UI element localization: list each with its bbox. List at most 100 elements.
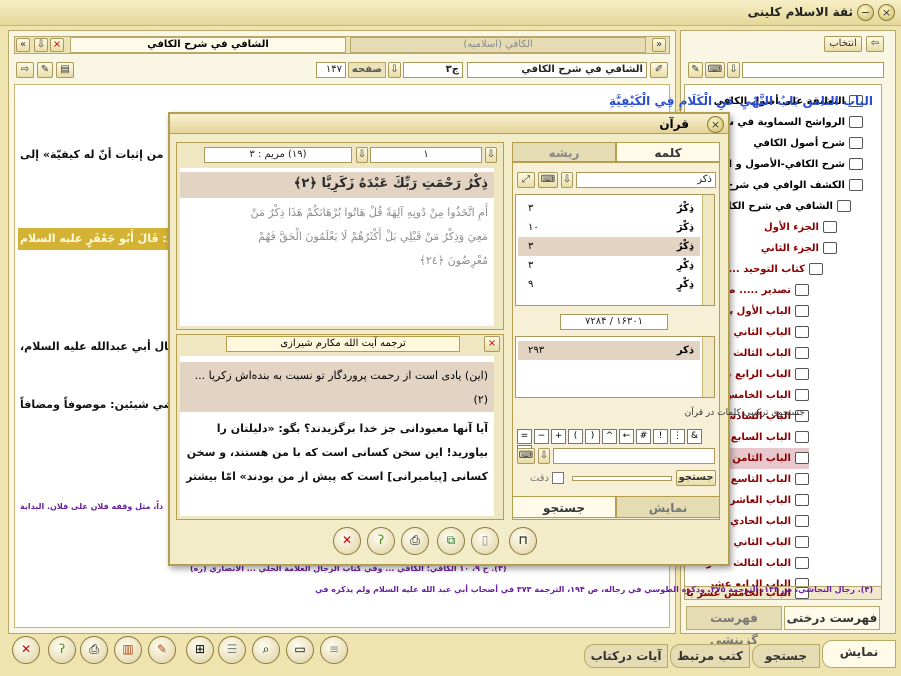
help-icon[interactable]: ʔ <box>48 636 76 664</box>
result-row[interactable]: ذِكْرِ ۳ <box>518 256 700 275</box>
word-search-input[interactable]: ذکر <box>576 172 716 188</box>
tree-item[interactable]: تصدير ..... ص <box>722 280 809 301</box>
print-icon[interactable]: ⎙ <box>80 636 108 664</box>
book-field[interactable]: الشافي في شرح الكافي <box>467 62 647 78</box>
search-icon[interactable]: ⌕ <box>252 636 280 664</box>
select-button[interactable]: انتخاب <box>824 36 862 52</box>
keyboard-icon[interactable]: ⌨ <box>517 448 535 464</box>
page-number-field[interactable]: ۱۴۷ <box>316 62 346 78</box>
symbol-button[interactable]: & <box>687 429 702 444</box>
doc-line: بدّ من إثبات أنّ له كيفيّة» إلى <box>20 148 178 161</box>
doc-line: نضي شيئين: موصوفاً ومضافاً <box>20 398 179 411</box>
book-search-icon[interactable]: ▭ <box>286 636 314 664</box>
close-icon[interactable]: ✕ <box>333 527 361 555</box>
scrollbar[interactable] <box>702 195 714 305</box>
symbol-button[interactable]: ^ <box>602 429 617 444</box>
tree-search-input[interactable] <box>742 62 884 78</box>
double-chevron-right-icon[interactable]: » <box>652 38 666 52</box>
verse-highlighted: ذِكْرُ رَحْمَتِ رَبِّكَ عَبْدَهُ زَكَرِي… <box>293 176 488 191</box>
fit-icon[interactable]: ⊓ <box>509 527 537 555</box>
notes-icon[interactable]: ▥ <box>114 636 142 664</box>
symbol-row: =−+()^←#!⋮&@ <box>517 428 717 460</box>
arrow-down-icon[interactable]: ⇩ <box>34 38 48 52</box>
symbol-button[interactable]: ← <box>619 429 634 444</box>
doc-heading: الباب الثامن بَابُ النَّهْيِ عَنِ الْكَل… <box>608 94 873 108</box>
tab-search[interactable]: جستجو <box>752 644 820 668</box>
tab-show[interactable]: نمایش <box>822 640 896 668</box>
arrow-down-icon[interactable]: ⇩ <box>485 147 497 163</box>
arrow-down-icon[interactable]: ⇩ <box>538 448 550 464</box>
arrow-down-icon[interactable]: ⇩ <box>388 62 401 78</box>
bookmark-icon[interactable]: ⊞ <box>186 636 214 664</box>
quran-close-icon[interactable]: × <box>707 116 724 133</box>
double-chevron-left-icon[interactable]: « <box>16 38 30 52</box>
verse-line: مُعْرِضُونَ ﴿٢٤﴾ <box>419 254 488 267</box>
tag-icon[interactable]: ✐ <box>650 62 668 78</box>
exact-checkbox[interactable]: دقت <box>520 472 564 486</box>
symbol-button[interactable]: = <box>517 429 532 444</box>
word-results-list[interactable]: ذِكْرٌ ۳ ذِكْرَ ۱۰ ذِكْرُ ۳ ذِكْرِ ۳ ذِكْرٍ ۹ <box>515 194 715 306</box>
symbol-button[interactable]: − <box>534 429 549 444</box>
root-results-list[interactable]: ذکر ۲۹۳ <box>515 336 715 398</box>
book-icon[interactable]: ▤ <box>56 62 74 78</box>
verse-ref-field[interactable]: (۱۹) مریم : ۳ <box>204 147 352 163</box>
combo-search-label: جستجوی ترکیبی کلمات در قرآن <box>684 408 805 418</box>
symbol-button[interactable]: # <box>636 429 651 444</box>
tree-item[interactable]: شرح أصول الكافي <box>753 133 863 154</box>
page-field[interactable]: ۱ <box>370 147 482 163</box>
doc-line: ال: قَالَ أَبُو جَعْفَرٍ عليه السلام <box>20 232 181 245</box>
progress-bar <box>572 476 672 481</box>
page-label: صفحه <box>348 62 386 78</box>
symbol-button[interactable]: ! <box>653 429 668 444</box>
tab-quran-search[interactable]: جستجو <box>512 496 616 518</box>
tab-root[interactable]: ریشه <box>512 142 616 162</box>
tree-item[interactable]: الشافي في شرح الكافي <box>711 196 851 217</box>
page-icon[interactable]: ▯ <box>471 527 499 555</box>
root-row[interactable]: ذکر ۲۹۳ <box>518 341 700 360</box>
symbol-button[interactable]: + <box>551 429 566 444</box>
arrow-down-icon[interactable]: ⇩ <box>727 62 740 78</box>
help-icon[interactable]: ʔ <box>367 527 395 555</box>
combo-search-input[interactable] <box>553 448 715 464</box>
result-row[interactable]: ذِكْرٍ ۹ <box>518 275 700 294</box>
symbol-button[interactable]: ( <box>568 429 583 444</box>
result-row[interactable]: ذِكْرَ ۱۰ <box>518 218 700 237</box>
volume-field[interactable]: ج۳ <box>403 62 463 78</box>
tab-related-books[interactable]: کتب مرتبط <box>670 644 750 668</box>
tab-shafi[interactable]: الشافي في شرح الكافي <box>70 37 346 53</box>
print-icon[interactable]: ⎙ <box>401 527 429 555</box>
back-arrow-icon[interactable]: ⇦ <box>866 36 884 52</box>
symbol-button[interactable]: ⋮ <box>670 429 685 444</box>
result-row[interactable]: ذِكْرٌ ۳ <box>518 199 700 218</box>
tree-item[interactable]: الجزء الثاني <box>761 238 837 259</box>
minimize-icon[interactable]: − <box>857 4 874 21</box>
result-row-selected[interactable]: ذِكْرُ ۳ <box>518 237 700 256</box>
arrow-down-icon[interactable]: ⇩ <box>561 172 573 188</box>
tab-tree-index[interactable]: فهرست درختی <box>784 606 880 630</box>
tools-icon[interactable]: ✎ <box>688 62 703 78</box>
close-translation-icon[interactable]: × <box>484 336 500 352</box>
tab-word[interactable]: کلمه <box>616 142 720 162</box>
tree-item[interactable]: الجزء الأول <box>764 217 837 238</box>
close-icon[interactable]: ✕ <box>12 636 40 664</box>
tab-select-index[interactable]: فهرست گزینشی <box>686 606 782 647</box>
tab-quran-show[interactable]: نمایش <box>616 496 720 518</box>
list-icon[interactable]: ☰ <box>218 636 246 664</box>
scrollbar[interactable] <box>702 337 714 397</box>
symbol-button[interactable]: ) <box>585 429 600 444</box>
arrow-down-icon[interactable]: ⇩ <box>356 147 368 163</box>
tab-verses-in-book[interactable]: آیات درکتاب <box>584 644 668 668</box>
keyboard-icon[interactable]: ⌨ <box>705 62 725 78</box>
tab-kafi[interactable]: الكافي (اسلامیه) <box>350 37 646 53</box>
copy-icon[interactable]: ⧉ <box>437 527 465 555</box>
tools-icon[interactable]: ✎ <box>37 62 53 78</box>
totals-field: ۱۶۳۰۱ / ۷۲۸۴ <box>560 314 668 330</box>
close-tab-icon[interactable]: × <box>50 38 64 52</box>
keyboard-icon[interactable]: ⌨ <box>538 172 558 188</box>
expand-icon[interactable]: ⤢ <box>517 172 535 188</box>
search-button[interactable]: جستجو <box>676 470 716 486</box>
text-icon[interactable]: ≡ <box>320 636 348 664</box>
close-icon[interactable]: × <box>878 4 895 21</box>
arrow-right-icon[interactable]: ⇨ <box>16 62 34 78</box>
edit-icon[interactable]: ✎ <box>148 636 176 664</box>
